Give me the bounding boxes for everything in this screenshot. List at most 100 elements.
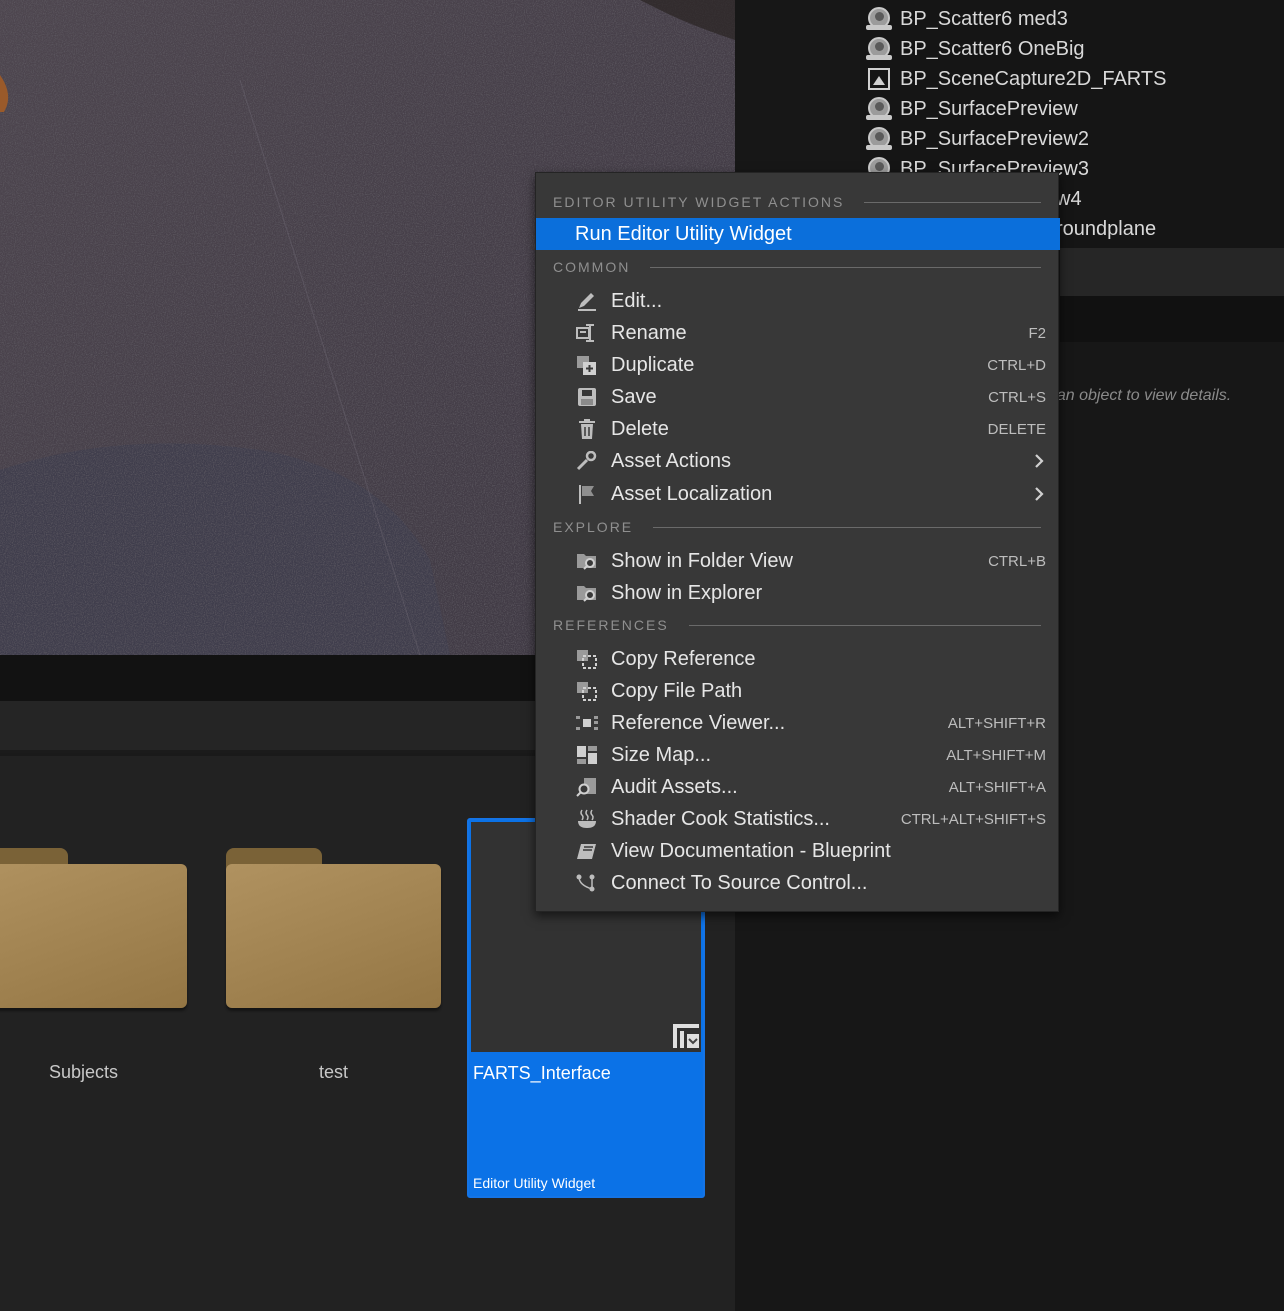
size-map-icon bbox=[577, 746, 597, 764]
menu-item-shortcut: ALT+SHIFT+M bbox=[946, 746, 1046, 764]
menu-item-label: Duplicate bbox=[611, 353, 695, 376]
menu-item-label: Edit... bbox=[611, 289, 663, 312]
chevron-right-icon bbox=[1035, 454, 1044, 468]
folder-icon bbox=[0, 864, 187, 1008]
menu-item-asset-actions[interactable]: Asset Actions bbox=[536, 445, 1058, 477]
folder-label: Subjects bbox=[48, 1062, 119, 1082]
wrench-icon bbox=[576, 451, 597, 471]
menu-item-shortcut: DELETE bbox=[987, 420, 1046, 438]
chevron-right-icon bbox=[1035, 487, 1044, 501]
menu-item-label: Shader Cook Statistics... bbox=[611, 807, 830, 830]
outliner-row[interactable]: w4 bbox=[1056, 184, 1284, 214]
folder-label: test bbox=[318, 1062, 348, 1082]
menu-item-shortcut: CTRL+B bbox=[988, 552, 1046, 570]
menu-item-shader-cook-statistics[interactable]: Shader Cook Statistics... CTRL+ALT+SHIFT… bbox=[536, 803, 1058, 835]
reference-viewer-icon bbox=[576, 716, 598, 730]
section-title: REFERENCES bbox=[553, 617, 669, 633]
menu-item-copy-reference[interactable]: Copy Reference bbox=[536, 643, 1058, 675]
asset-name: FARTS_Interface bbox=[473, 1063, 611, 1083]
section-header: EXPLORE bbox=[553, 517, 1041, 537]
menu-item-asset-localization[interactable]: Asset Localization bbox=[536, 478, 1058, 510]
folder-search-icon bbox=[577, 554, 596, 570]
outliner-row-label: BP_Scatter6 med3 bbox=[900, 7, 1068, 30]
menu-item-shortcut: CTRL+ALT+SHIFT+S bbox=[900, 810, 1046, 828]
menu-item-label: Audit Assets... bbox=[611, 775, 738, 798]
menu-item-label: Connect To Source Control... bbox=[611, 871, 868, 894]
details-tab-bar bbox=[1060, 296, 1284, 342]
outliner-row[interactable]: BP_SceneCapture2D_FARTS bbox=[860, 64, 1284, 94]
outliner-row[interactable]: BP_SurfacePreview2 bbox=[860, 124, 1284, 154]
section-title: EDITOR UTILITY WIDGET ACTIONS bbox=[553, 194, 845, 210]
menu-item-run-editor-utility-widget[interactable]: Run Editor Utility Widget bbox=[536, 218, 1060, 250]
copy-reference-icon bbox=[577, 650, 597, 669]
blueprint-actor-icon bbox=[866, 6, 892, 32]
outliner-footer bbox=[1060, 248, 1284, 296]
edit-icon bbox=[578, 293, 596, 311]
section-header: REFERENCES bbox=[553, 615, 1041, 635]
save-icon bbox=[578, 388, 596, 406]
menu-item-label: Show in Explorer bbox=[611, 581, 763, 604]
outliner-row-label: BP_SceneCapture2D_FARTS bbox=[900, 67, 1167, 90]
menu-item-rename[interactable]: Rename F2 bbox=[536, 317, 1058, 349]
menu-item-label: Asset Localization bbox=[611, 482, 773, 505]
blueprint-actor-icon bbox=[866, 96, 892, 122]
outliner-row[interactable]: roundplane bbox=[1056, 214, 1284, 244]
menu-item-delete[interactable]: Delete DELETE bbox=[536, 413, 1058, 445]
menu-item-label: View Documentation - Blueprint bbox=[611, 839, 891, 862]
context-menu: EDITOR UTILITY WIDGET ACTIONS Run Editor… bbox=[535, 172, 1060, 912]
rename-icon bbox=[576, 324, 594, 342]
folder-search-icon bbox=[577, 586, 596, 602]
menu-item-shortcut: CTRL+S bbox=[988, 388, 1046, 406]
audit-icon bbox=[576, 778, 596, 797]
menu-item-size-map[interactable]: Size Map... ALT+SHIFT+M bbox=[536, 739, 1058, 771]
menu-item-copy-file-path[interactable]: Copy File Path bbox=[536, 675, 1058, 707]
documentation-icon bbox=[577, 844, 596, 859]
section-header: EDITOR UTILITY WIDGET ACTIONS bbox=[553, 192, 1041, 212]
menu-item-shortcut: ALT+SHIFT+A bbox=[948, 778, 1046, 796]
menu-item-show-in-explorer[interactable]: Show in Explorer bbox=[536, 577, 1058, 609]
copy-path-icon bbox=[577, 682, 597, 701]
outliner-row[interactable]: BP_Scatter6 OneBig bbox=[860, 34, 1284, 64]
section-title: EXPLORE bbox=[553, 519, 634, 535]
section-header: COMMON bbox=[553, 257, 1041, 277]
outliner-row-label: BP_SurfacePreview2 bbox=[900, 127, 1089, 150]
outliner-row[interactable]: BP_SurfacePreview bbox=[860, 94, 1284, 124]
outliner-row[interactable]: BP_Scatter6 med3 bbox=[860, 4, 1284, 34]
menu-item-audit-assets[interactable]: Audit Assets... ALT+SHIFT+A bbox=[536, 771, 1058, 803]
menu-item-save[interactable]: Save CTRL+S bbox=[536, 381, 1058, 413]
trash-icon bbox=[579, 419, 595, 439]
menu-item-edit[interactable]: Edit... bbox=[536, 285, 1058, 317]
folder-tile-test[interactable] bbox=[226, 848, 441, 1013]
menu-item-connect-source-control[interactable]: Connect To Source Control... bbox=[536, 867, 1058, 899]
menu-item-show-in-folder-view[interactable]: Show in Folder View CTRL+B bbox=[536, 545, 1058, 577]
shader-icon bbox=[578, 809, 596, 828]
menu-item-shortcut: ALT+SHIFT+R bbox=[947, 714, 1046, 732]
section-title: COMMON bbox=[553, 259, 631, 275]
menu-item-label: Delete bbox=[611, 417, 669, 440]
menu-item-label: Size Map... bbox=[611, 743, 712, 766]
outliner-row-label: w4 bbox=[1056, 187, 1082, 210]
duplicate-icon bbox=[577, 356, 596, 375]
menu-item-view-documentation[interactable]: View Documentation - Blueprint bbox=[536, 835, 1058, 867]
menu-item-shortcut: CTRL+D bbox=[987, 356, 1046, 374]
menu-item-reference-viewer[interactable]: Reference Viewer... ALT+SHIFT+R bbox=[536, 707, 1058, 739]
editor-utility-widget-icon bbox=[673, 1024, 699, 1048]
scene-capture-icon bbox=[866, 66, 892, 92]
menu-item-label: Run Editor Utility Widget bbox=[575, 222, 792, 245]
menu-item-label: Show in Folder View bbox=[611, 549, 793, 572]
folder-tile-subjects[interactable] bbox=[0, 848, 187, 1013]
menu-item-shortcut: F2 bbox=[1028, 324, 1046, 342]
menu-item-duplicate[interactable]: Duplicate CTRL+D bbox=[536, 349, 1058, 381]
menu-item-label: Copy Reference bbox=[611, 647, 756, 670]
blueprint-actor-icon bbox=[866, 36, 892, 62]
menu-item-label: Rename bbox=[611, 321, 687, 344]
flag-icon bbox=[579, 485, 594, 504]
outliner-row-label: BP_SurfacePreview bbox=[900, 97, 1078, 120]
details-hint: t an object to view details. bbox=[1048, 387, 1232, 404]
blueprint-actor-icon bbox=[866, 126, 892, 152]
menu-item-label: Save bbox=[611, 385, 657, 408]
outliner-row-label: BP_Scatter6 OneBig bbox=[900, 37, 1085, 60]
asset-type: Editor Utility Widget bbox=[473, 1175, 596, 1191]
outliner-row-label: roundplane bbox=[1056, 217, 1157, 240]
source-control-icon bbox=[576, 874, 595, 892]
